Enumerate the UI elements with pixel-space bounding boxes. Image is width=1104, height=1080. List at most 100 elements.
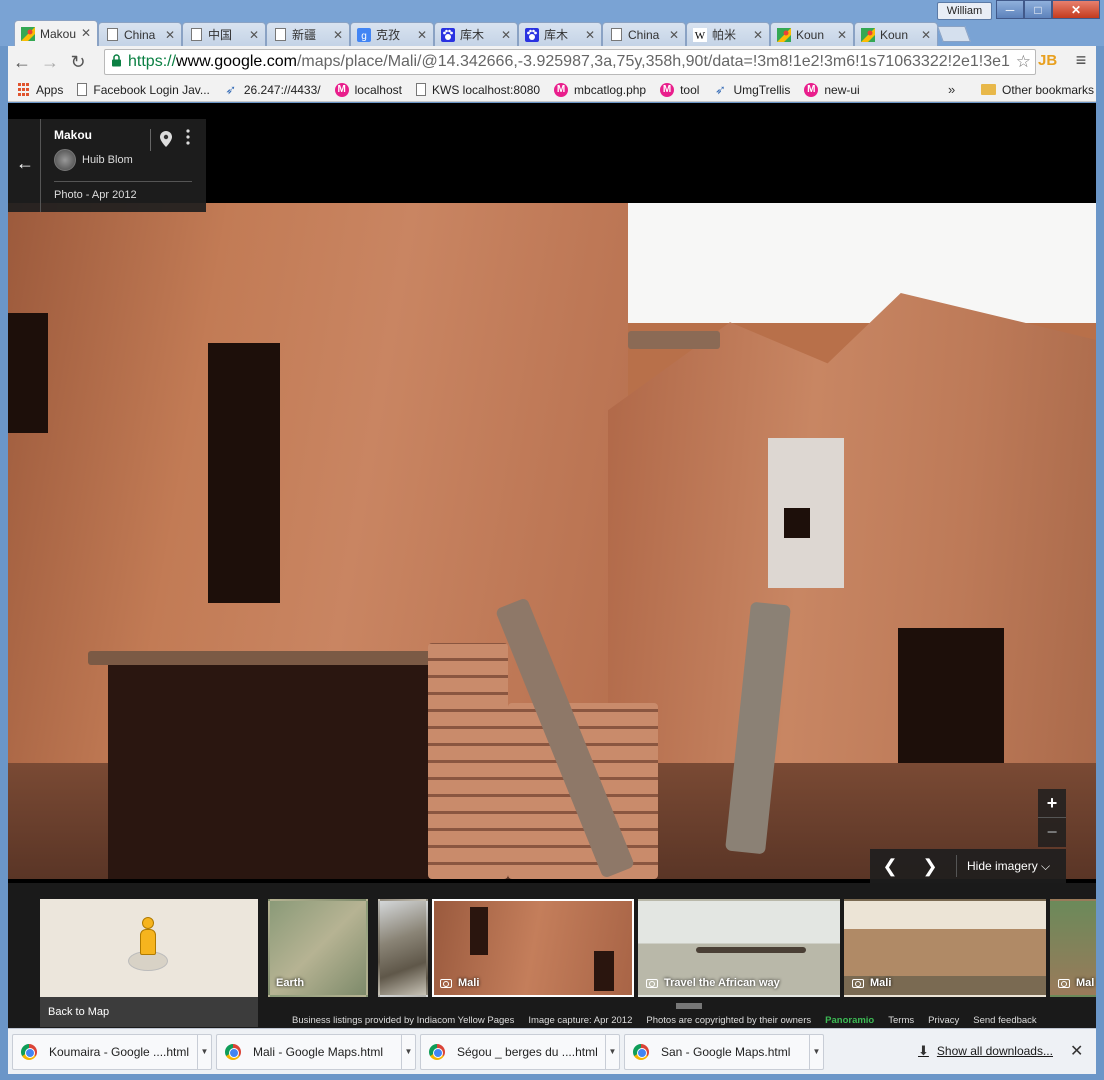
back-to-map-label: Back to Map [40, 997, 258, 1027]
hide-imagery-button[interactable]: Hide imagery ⌵ [963, 859, 1066, 874]
tab[interactable]: Koun ✕ [854, 22, 938, 46]
zoom-in-button[interactable]: + [1038, 789, 1066, 817]
thumbnail-earth[interactable]: Earth [268, 899, 368, 997]
download-menu-caret[interactable]: ▼ [401, 1034, 415, 1069]
bookmark-star-icon[interactable]: ☆ [1015, 52, 1031, 72]
thumbnail-label: Mali [440, 977, 479, 989]
place-title[interactable]: Makou [54, 128, 92, 142]
browser-window: William ─ □ ✕ Makou ✕ China ✕ 中国 ✕ 新疆 ✕ … [0, 0, 1104, 1080]
close-tab-icon[interactable]: ✕ [837, 28, 847, 42]
photo-lower-opening [108, 665, 438, 879]
close-tab-icon[interactable]: ✕ [333, 28, 343, 42]
tab[interactable]: China ✕ [98, 22, 182, 46]
next-photo-button[interactable]: ❯ [910, 856, 950, 877]
tab[interactable]: g 克孜 ✕ [350, 22, 434, 46]
tab[interactable]: Makou ✕ [14, 20, 98, 46]
close-tab-icon[interactable]: ✕ [585, 28, 595, 42]
download-item[interactable]: Ségou _ berges du ....html ▼ [420, 1033, 620, 1070]
previous-photo-button[interactable]: ❮ [870, 856, 910, 877]
tab[interactable]: 新疆 ✕ [266, 22, 350, 46]
download-menu-caret[interactable]: ▼ [605, 1034, 619, 1069]
close-tab-icon[interactable]: ✕ [921, 28, 931, 42]
tab[interactable]: 库木 ✕ [434, 22, 518, 46]
close-tab-icon[interactable]: ✕ [501, 28, 511, 42]
tab-strip: Makou ✕ China ✕ 中国 ✕ 新疆 ✕ g 克孜 ✕ 库木 ✕ 库木… [14, 20, 971, 46]
strip-scroll-indicator[interactable] [676, 1003, 702, 1009]
minimize-button[interactable]: ─ [996, 0, 1024, 19]
close-tab-icon[interactable]: ✕ [417, 28, 427, 42]
download-menu-caret[interactable]: ▼ [197, 1034, 211, 1069]
bookmark-item[interactable]: Facebook Login Jav... [77, 83, 210, 97]
bookmark-apps[interactable]: Apps [16, 83, 63, 97]
photo-doorway-upper [208, 343, 280, 603]
tab[interactable]: China ✕ [602, 22, 686, 46]
thumbnail-mosque[interactable]: Mali [844, 899, 1046, 997]
arrow-bookmark-icon: ➶ [225, 81, 237, 97]
url-path: /maps/place/Mali/@14.342666,-3.925987,3a… [296, 53, 1010, 70]
close-tab-icon[interactable]: ✕ [249, 28, 259, 42]
download-item[interactable]: Koumaira - Google ....html ▼ [12, 1033, 212, 1070]
bookmark-label: tool [680, 82, 700, 97]
bookmark-item[interactable]: M new-ui [804, 82, 860, 97]
back-button[interactable]: ← [8, 48, 36, 76]
forward-button[interactable]: → [36, 48, 64, 76]
map-pin-icon[interactable] [160, 131, 172, 150]
thumbnail-mali-selected[interactable]: Mali [432, 899, 634, 997]
photo-sky [618, 203, 1096, 323]
profile-button[interactable]: William [937, 2, 992, 20]
tab[interactable]: 中国 ✕ [182, 22, 266, 46]
jetbrains-extension-icon[interactable]: JB [1038, 52, 1060, 72]
street-photo[interactable] [8, 203, 1096, 879]
thumbnail-label: Mal [1058, 977, 1094, 989]
close-tab-icon[interactable]: ✕ [165, 28, 175, 42]
copyright-notice: Photos are copyrighted by their owners [646, 1015, 812, 1026]
bookmark-item[interactable]: ➶ UmgTrellis [713, 82, 790, 97]
bookmarks-overflow-button[interactable]: » [948, 82, 955, 97]
close-tab-icon[interactable]: ✕ [669, 28, 679, 42]
close-tab-icon[interactable]: ✕ [753, 28, 763, 42]
close-tab-icon[interactable]: ✕ [81, 26, 91, 40]
back-arrow-icon[interactable]: ← [14, 153, 36, 175]
google-g-icon: g [357, 27, 371, 42]
thumbnail-travel[interactable]: Travel the African way [638, 899, 840, 997]
thumbnail-label: Earth [276, 977, 305, 989]
tab[interactable]: 库木 ✕ [518, 22, 602, 46]
bookmark-label: localhost [354, 82, 402, 97]
close-downloads-bar-button[interactable]: ✕ [1070, 1041, 1083, 1061]
thumbnail-partial[interactable]: Mal [1050, 899, 1096, 997]
bookmark-item[interactable]: KWS localhost:8080 [415, 83, 540, 97]
panoramio-logo[interactable]: Panoramio [825, 1015, 874, 1026]
m-circle-icon: M [554, 82, 569, 97]
thumbnail-photo[interactable] [378, 899, 428, 997]
bookmark-item[interactable]: ➶ 26.247://4433/ [224, 81, 320, 97]
page-icon [77, 83, 88, 96]
tab[interactable]: Koun ✕ [770, 22, 854, 46]
photo-info-card: ← Makou Huib Blom Photo - Apr 2012 [8, 119, 206, 212]
new-tab-button[interactable] [937, 26, 971, 42]
tab[interactable]: W 帕米 ✕ [686, 22, 770, 46]
bookmarks-bar: Apps Facebook Login Jav... ➶ 26.247://44… [8, 78, 1096, 102]
privacy-link[interactable]: Privacy [928, 1015, 959, 1026]
other-bookmarks[interactable]: Other bookmarks [981, 83, 1094, 97]
photo-author[interactable]: Huib Blom [54, 149, 133, 171]
maximize-button[interactable]: □ [1024, 0, 1052, 19]
more-options-icon[interactable] [186, 129, 190, 148]
download-menu-caret[interactable]: ▼ [809, 1034, 823, 1069]
avatar [54, 149, 76, 171]
bookmark-item[interactable]: M localhost [334, 82, 402, 97]
zoom-out-button[interactable]: − [1038, 817, 1066, 845]
bookmark-item[interactable]: M mbcatlog.php [554, 82, 646, 97]
downloads-bar: Koumaira - Google ....html ▼ Mali - Goog… [8, 1028, 1096, 1074]
bookmark-item[interactable]: M tool [660, 82, 700, 97]
reload-button[interactable]: ↻ [64, 48, 92, 76]
svg-text:W: W [695, 30, 706, 42]
chrome-menu-icon[interactable]: ≡ [1070, 50, 1092, 72]
close-window-button[interactable]: ✕ [1052, 0, 1100, 19]
send-feedback-link[interactable]: Send feedback [973, 1015, 1036, 1026]
download-item[interactable]: Mali - Google Maps.html ▼ [216, 1033, 416, 1070]
terms-link[interactable]: Terms [888, 1015, 914, 1026]
show-all-downloads-link[interactable]: ⬇ Show all downloads... [918, 1043, 1053, 1059]
back-to-map-card[interactable]: Back to Map [40, 899, 258, 1027]
address-bar[interactable]: https://www.google.com/maps/place/Mali/@… [104, 49, 1036, 75]
download-item[interactable]: San - Google Maps.html ▼ [624, 1033, 824, 1070]
